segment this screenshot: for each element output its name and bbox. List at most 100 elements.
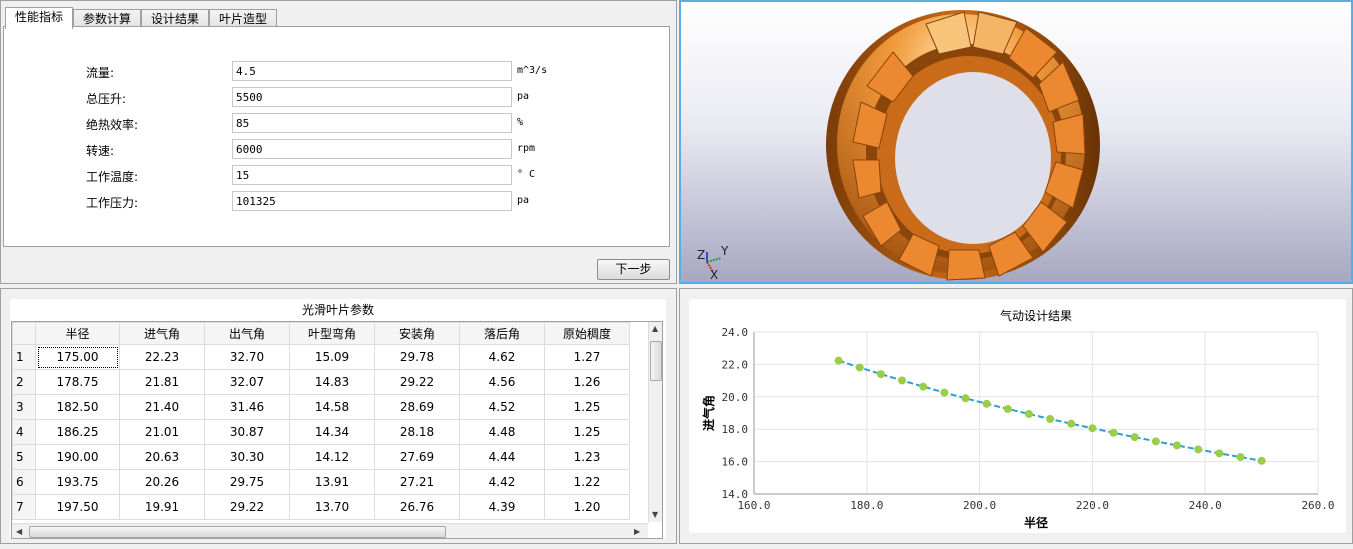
row-header[interactable]: 6 xyxy=(12,469,36,495)
chart-title: 气动设计结果 xyxy=(1000,308,1072,323)
table-cell[interactable]: 182.50 xyxy=(35,394,120,420)
table-cell[interactable]: 1.25 xyxy=(544,419,630,445)
table-row[interactable]: 5 190.00 20.63 30.30 14.12 27.69 4.44 1.23 xyxy=(12,444,630,470)
table-row[interactable]: 3 182.50 21.40 31.46 14.58 28.69 4.52 1.25 xyxy=(12,394,630,420)
data-point xyxy=(855,363,864,372)
table-header-row: 半径 进气角 出气角 叶型弯角 安装角 落后角 原始稠度 xyxy=(12,322,630,345)
vertical-scroll-thumb[interactable] xyxy=(650,341,662,381)
tab-performance[interactable]: 性能指标 xyxy=(5,7,74,29)
table-cell[interactable]: 1.25 xyxy=(544,394,630,420)
table-cell[interactable]: 186.25 xyxy=(35,419,120,445)
table-row[interactable]: 4 186.25 21.01 30.87 14.34 28.18 4.48 1.25 xyxy=(12,419,630,445)
table-cell[interactable]: 4.52 xyxy=(459,394,545,420)
table-row[interactable]: 6 193.75 20.26 29.75 13.91 27.21 4.42 1.22 xyxy=(12,469,630,495)
table-cell[interactable]: 28.18 xyxy=(374,419,460,445)
row-header[interactable]: 5 xyxy=(12,444,36,470)
data-point xyxy=(876,370,885,379)
table-cell[interactable]: 13.91 xyxy=(289,469,375,495)
table-cell[interactable]: 29.22 xyxy=(204,494,290,520)
table-row[interactable]: 2 178.75 21.81 32.07 14.83 29.22 4.56 1.26 xyxy=(12,369,630,395)
row-header[interactable]: 3 xyxy=(12,394,36,420)
table-cell[interactable]: 32.70 xyxy=(204,344,290,370)
table-cell[interactable]: 197.50 xyxy=(35,494,120,520)
work-pressure-unit: pa xyxy=(517,195,530,206)
x-tick-label: 240.0 xyxy=(1189,499,1222,512)
efficiency-input[interactable]: 85 xyxy=(232,113,512,133)
table-cell[interactable]: 19.91 xyxy=(119,494,205,520)
axis-x-label: X xyxy=(710,268,719,282)
table-cell[interactable]: 4.42 xyxy=(459,469,545,495)
table-cell[interactable]: 14.12 xyxy=(289,444,375,470)
table-cell[interactable]: 14.83 xyxy=(289,369,375,395)
pressure-rise-input[interactable]: 5500 xyxy=(232,87,512,107)
table-cell[interactable]: 21.40 xyxy=(119,394,205,420)
flow-unit: m^3/s xyxy=(517,65,548,76)
column-header[interactable]: 出气角 xyxy=(204,322,290,345)
table-row[interactable]: 1 175.00 22.23 32.70 15.09 29.78 4.62 1.27 xyxy=(12,344,630,370)
column-header[interactable]: 叶型弯角 xyxy=(289,322,375,345)
scroll-left-icon[interactable]: ◀ xyxy=(16,527,22,536)
column-header[interactable]: 原始稠度 xyxy=(544,322,630,345)
data-point xyxy=(1194,445,1203,454)
row-header[interactable]: 1 xyxy=(12,344,36,370)
table-cell[interactable]: 22.23 xyxy=(119,344,205,370)
row-header[interactable]: 7 xyxy=(12,494,36,520)
table-cell[interactable]: 190.00 xyxy=(35,444,120,470)
table-cell[interactable]: 1.26 xyxy=(544,369,630,395)
work-pressure-input[interactable]: 101325 xyxy=(232,191,512,211)
table-cell[interactable]: 29.22 xyxy=(374,369,460,395)
table-cell[interactable]: 4.48 xyxy=(459,419,545,445)
table-cell[interactable]: 20.26 xyxy=(119,469,205,495)
column-header[interactable]: 进气角 xyxy=(119,322,205,345)
row-header[interactable]: 4 xyxy=(12,419,36,445)
table-cell[interactable]: 29.75 xyxy=(204,469,290,495)
blade-table-panel: 光滑叶片参数 半径 进气角 出气角 叶型弯角 安装角 落后角 原始稠度 1 17… xyxy=(0,288,677,544)
table-cell[interactable]: 1.22 xyxy=(544,469,630,495)
table-cell[interactable]: 21.01 xyxy=(119,419,205,445)
table-cell[interactable]: 193.75 xyxy=(35,469,120,495)
scroll-up-icon[interactable]: ▲ xyxy=(652,324,658,333)
speed-input[interactable]: 6000 xyxy=(232,139,512,159)
horizontal-scroll-thumb[interactable] xyxy=(29,526,446,538)
scroll-down-icon[interactable]: ▼ xyxy=(652,510,658,519)
table-cell[interactable]: 175.00 xyxy=(35,344,120,370)
table-cell[interactable]: 13.70 xyxy=(289,494,375,520)
table-cell[interactable]: 4.62 xyxy=(459,344,545,370)
temperature-input[interactable]: 15 xyxy=(232,165,512,185)
scroll-right-icon[interactable]: ▶ xyxy=(634,527,640,536)
table-cell[interactable]: 28.69 xyxy=(374,394,460,420)
table-cell[interactable]: 32.07 xyxy=(204,369,290,395)
column-header[interactable]: 安装角 xyxy=(374,322,460,345)
table-cell[interactable]: 14.34 xyxy=(289,419,375,445)
horizontal-scrollbar[interactable]: ◀ ▶ xyxy=(12,523,648,538)
table-cell[interactable]: 14.58 xyxy=(289,394,375,420)
data-point xyxy=(982,399,991,408)
table-row[interactable]: 7 197.50 19.91 29.22 13.70 26.76 4.39 1.20 xyxy=(12,494,630,520)
next-step-button[interactable]: 下一步 xyxy=(597,259,670,280)
table-cell[interactable]: 15.09 xyxy=(289,344,375,370)
table-cell[interactable]: 30.87 xyxy=(204,419,290,445)
table-cell[interactable]: 4.44 xyxy=(459,444,545,470)
table-cell[interactable]: 1.27 xyxy=(544,344,630,370)
table-cell[interactable]: 1.20 xyxy=(544,494,630,520)
row-header[interactable]: 2 xyxy=(12,369,36,395)
table-cell[interactable]: 178.75 xyxy=(35,369,120,395)
column-header[interactable]: 半径 xyxy=(35,322,120,345)
flow-input[interactable]: 4.5 xyxy=(232,61,512,81)
table-cell[interactable]: 4.56 xyxy=(459,369,545,395)
table-cell[interactable]: 26.76 xyxy=(374,494,460,520)
table-cell[interactable]: 27.69 xyxy=(374,444,460,470)
table-cell[interactable]: 30.30 xyxy=(204,444,290,470)
table-cell[interactable]: 27.21 xyxy=(374,469,460,495)
table-cell[interactable]: 29.78 xyxy=(374,344,460,370)
table-cell[interactable]: 1.23 xyxy=(544,444,630,470)
table-cell[interactable]: 20.63 xyxy=(119,444,205,470)
table-cell[interactable]: 21.81 xyxy=(119,369,205,395)
table-cell[interactable]: 31.46 xyxy=(204,394,290,420)
blade-param-table: 半径 进气角 出气角 叶型弯角 安装角 落后角 原始稠度 1 175.00 22.2… xyxy=(12,322,630,520)
table-cell[interactable]: 4.39 xyxy=(459,494,545,520)
3d-viewport[interactable]: Z Y X xyxy=(679,0,1353,284)
column-header[interactable]: 落后角 xyxy=(459,322,545,345)
blade-param-grid[interactable]: 半径 进气角 出气角 叶型弯角 安装角 落后角 原始稠度 1 175.00 22.2… xyxy=(11,321,663,539)
vertical-scrollbar[interactable]: ▲ ▼ xyxy=(648,322,662,522)
